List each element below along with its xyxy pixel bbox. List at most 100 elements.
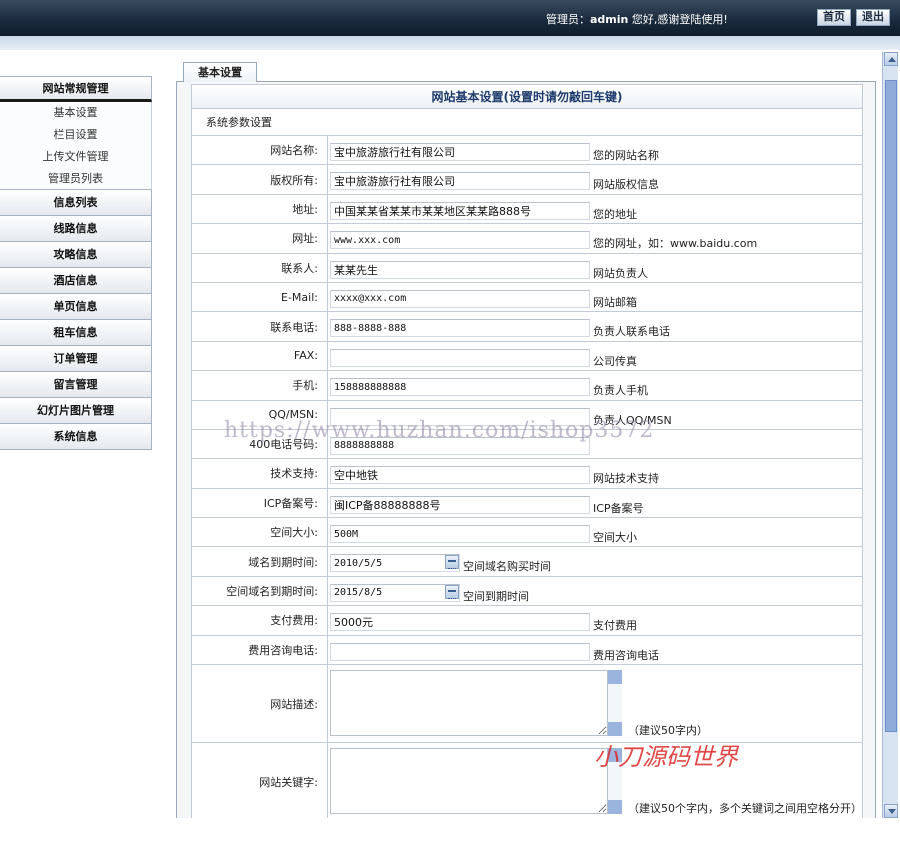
field-label: 联系电话: — [192, 312, 328, 341]
field-label: 网站名称: — [192, 136, 328, 165]
tab-basic-settings[interactable]: 基本设置 — [183, 62, 257, 83]
form-title: 网站基本设置(设置时请勿敲回车键) — [192, 85, 862, 109]
site-name-input[interactable] — [330, 143, 590, 161]
field-hint: 您的网站名称 — [593, 149, 659, 162]
username: admin — [590, 13, 629, 26]
contact-person-input[interactable] — [330, 260, 590, 279]
scroll-up-arrow-icon[interactable] — [884, 52, 898, 66]
field-label: 技术支持: — [192, 459, 328, 488]
sidebar-item-system[interactable]: 系统信息 — [0, 424, 152, 450]
field-label: 网站关键字: — [192, 743, 328, 818]
field-hint: 您的网址，如：www.baidu.com — [593, 237, 758, 251]
fax-input[interactable] — [330, 348, 590, 367]
copyright-input[interactable] — [330, 172, 590, 191]
tech-support-input[interactable] — [330, 466, 590, 485]
sidebar-subitem-basic[interactable]: 基本设置 — [0, 102, 152, 124]
field-hint: 空间到期时间 — [463, 589, 529, 603]
email-input[interactable] — [330, 289, 590, 308]
tab-row: 基本设置 — [176, 58, 876, 83]
sidebar-subitem-columns[interactable]: 栏目设置 — [0, 124, 152, 146]
form-row: FAX: 公司传真 — [192, 341, 862, 372]
form-row: 网站描述: （建议50字内） — [192, 665, 862, 744]
field-hint: 空间大小 — [593, 531, 637, 545]
space-expiry-input[interactable] — [330, 583, 460, 602]
scroll-thumb[interactable] — [885, 80, 897, 732]
textarea-scrollbar[interactable] — [608, 670, 622, 737]
field-label: 联系人: — [192, 253, 328, 282]
sidebar-subitem-admins[interactable]: 管理员列表 — [0, 168, 152, 190]
field-label: 网站描述: — [192, 665, 328, 743]
fee-hotline-input[interactable] — [330, 642, 590, 661]
field-label: FAX: — [192, 341, 328, 371]
domain-expiry-input[interactable] — [330, 554, 460, 573]
field-hint: （建议50字内） — [628, 724, 708, 738]
field-hint: 负责人联系电话 — [593, 325, 670, 339]
sidebar-item-orders[interactable]: 订单管理 — [0, 346, 152, 372]
field-hint: 网站邮箱 — [593, 295, 637, 309]
field-label: ICP备案号: — [192, 488, 328, 518]
scroll-down-arrow-icon[interactable] — [884, 804, 898, 818]
field-label: 费用咨询电话: — [192, 635, 328, 665]
form-row: 空间大小: 空间大小 — [192, 518, 862, 548]
space-size-input[interactable] — [330, 525, 590, 544]
field-hint: ICP备案号 — [593, 501, 644, 515]
sidebar-item-messages[interactable]: 留言管理 — [0, 372, 152, 398]
form-row: 联系电话: 负责人联系电话 — [192, 312, 862, 342]
logout-button[interactable]: 退出 — [856, 9, 890, 26]
payment-fee-input[interactable] — [330, 613, 590, 632]
field-hint: 负责人手机 — [593, 384, 648, 398]
address-input[interactable] — [330, 201, 590, 220]
sidebar-item-info-list[interactable]: 信息列表 — [0, 190, 152, 216]
sidebar-item-guides[interactable]: 攻略信息 — [0, 242, 152, 268]
sub-bar — [0, 36, 900, 50]
phone-input[interactable] — [330, 319, 590, 338]
form-row: 版权所有: 网站版权信息 — [192, 165, 862, 195]
field-label: 手机: — [192, 371, 328, 400]
calendar-icon[interactable] — [445, 555, 459, 570]
field-hint: 网站技术支持 — [593, 472, 659, 486]
mobile-input[interactable] — [330, 378, 590, 397]
field-hint: 费用咨询电话 — [593, 648, 659, 662]
field-hint: 您的地址 — [593, 207, 637, 221]
field-label: 支付费用: — [192, 606, 328, 635]
sidebar-item-slides[interactable]: 幻灯片图片管理 — [0, 398, 152, 424]
form-row: 支付费用: 支付费用 — [192, 606, 862, 636]
form-row: 空间域名到期时间: 空间到期时间 — [192, 576, 862, 607]
form-row: 网站名称: 您的网站名称 — [192, 136, 862, 166]
url-watermark: https://www.huzhan.com/ishop3572 — [224, 418, 655, 443]
top-bar: 管理员：admin 您好,感谢登陆使用! 首页 退出 — [0, 0, 900, 36]
field-label: 空间大小: — [192, 518, 328, 547]
field-hint: 网站版权信息 — [593, 178, 659, 192]
sidebar: 网站常规管理 基本设置 栏目设置 上传文件管理 管理员列表 信息列表 线路信息 … — [0, 76, 152, 450]
form-row: 手机: 负责人手机 — [192, 371, 862, 401]
sidebar-subitem-uploads[interactable]: 上传文件管理 — [0, 146, 152, 168]
icp-number-input[interactable] — [330, 495, 590, 514]
field-label: 地址: — [192, 194, 328, 224]
sidebar-item-pages[interactable]: 单页信息 — [0, 294, 152, 320]
site-description-textarea[interactable] — [330, 670, 608, 737]
field-hint: 公司传真 — [593, 354, 637, 368]
field-label: 域名到期时间: — [192, 547, 328, 576]
sidebar-item-hotels[interactable]: 酒店信息 — [0, 268, 152, 294]
field-hint: 支付费用 — [593, 619, 637, 633]
website-url-input[interactable] — [330, 231, 590, 250]
calendar-icon[interactable] — [445, 584, 459, 599]
greeting-suffix: 您好,感谢登陆使用! — [628, 13, 728, 26]
field-label: 空间域名到期时间: — [192, 576, 328, 606]
form-row: ICP备案号: ICP备案号 — [192, 488, 862, 519]
site-keywords-textarea[interactable] — [330, 748, 608, 815]
form-row: E-Mail: 网站邮箱 — [192, 282, 862, 313]
sidebar-section-title[interactable]: 网站常规管理 — [0, 76, 152, 102]
field-hint: 空间域名购买时间 — [463, 560, 551, 574]
main-panel: 网站基本设置(设置时请勿敲回车键) 系统参数设置 网站名称: 您的网站名称 版权… — [176, 82, 876, 818]
page-scrollbar[interactable] — [882, 52, 898, 818]
field-hint: （建议50个字内，多个关键词之间用空格分开） — [628, 802, 862, 816]
sidebar-item-car-rental[interactable]: 租车信息 — [0, 320, 152, 346]
form-row: 费用咨询电话: 费用咨询电话 — [192, 635, 862, 666]
form-row: 技术支持: 网站技术支持 — [192, 459, 862, 489]
sidebar-item-routes[interactable]: 线路信息 — [0, 216, 152, 242]
home-button[interactable]: 首页 — [817, 9, 851, 26]
form-row: 域名到期时间: 空间域名购买时间 — [192, 547, 862, 577]
field-label: 网址: — [192, 224, 328, 253]
brand-watermark: 小刀源码世界 — [594, 743, 738, 771]
